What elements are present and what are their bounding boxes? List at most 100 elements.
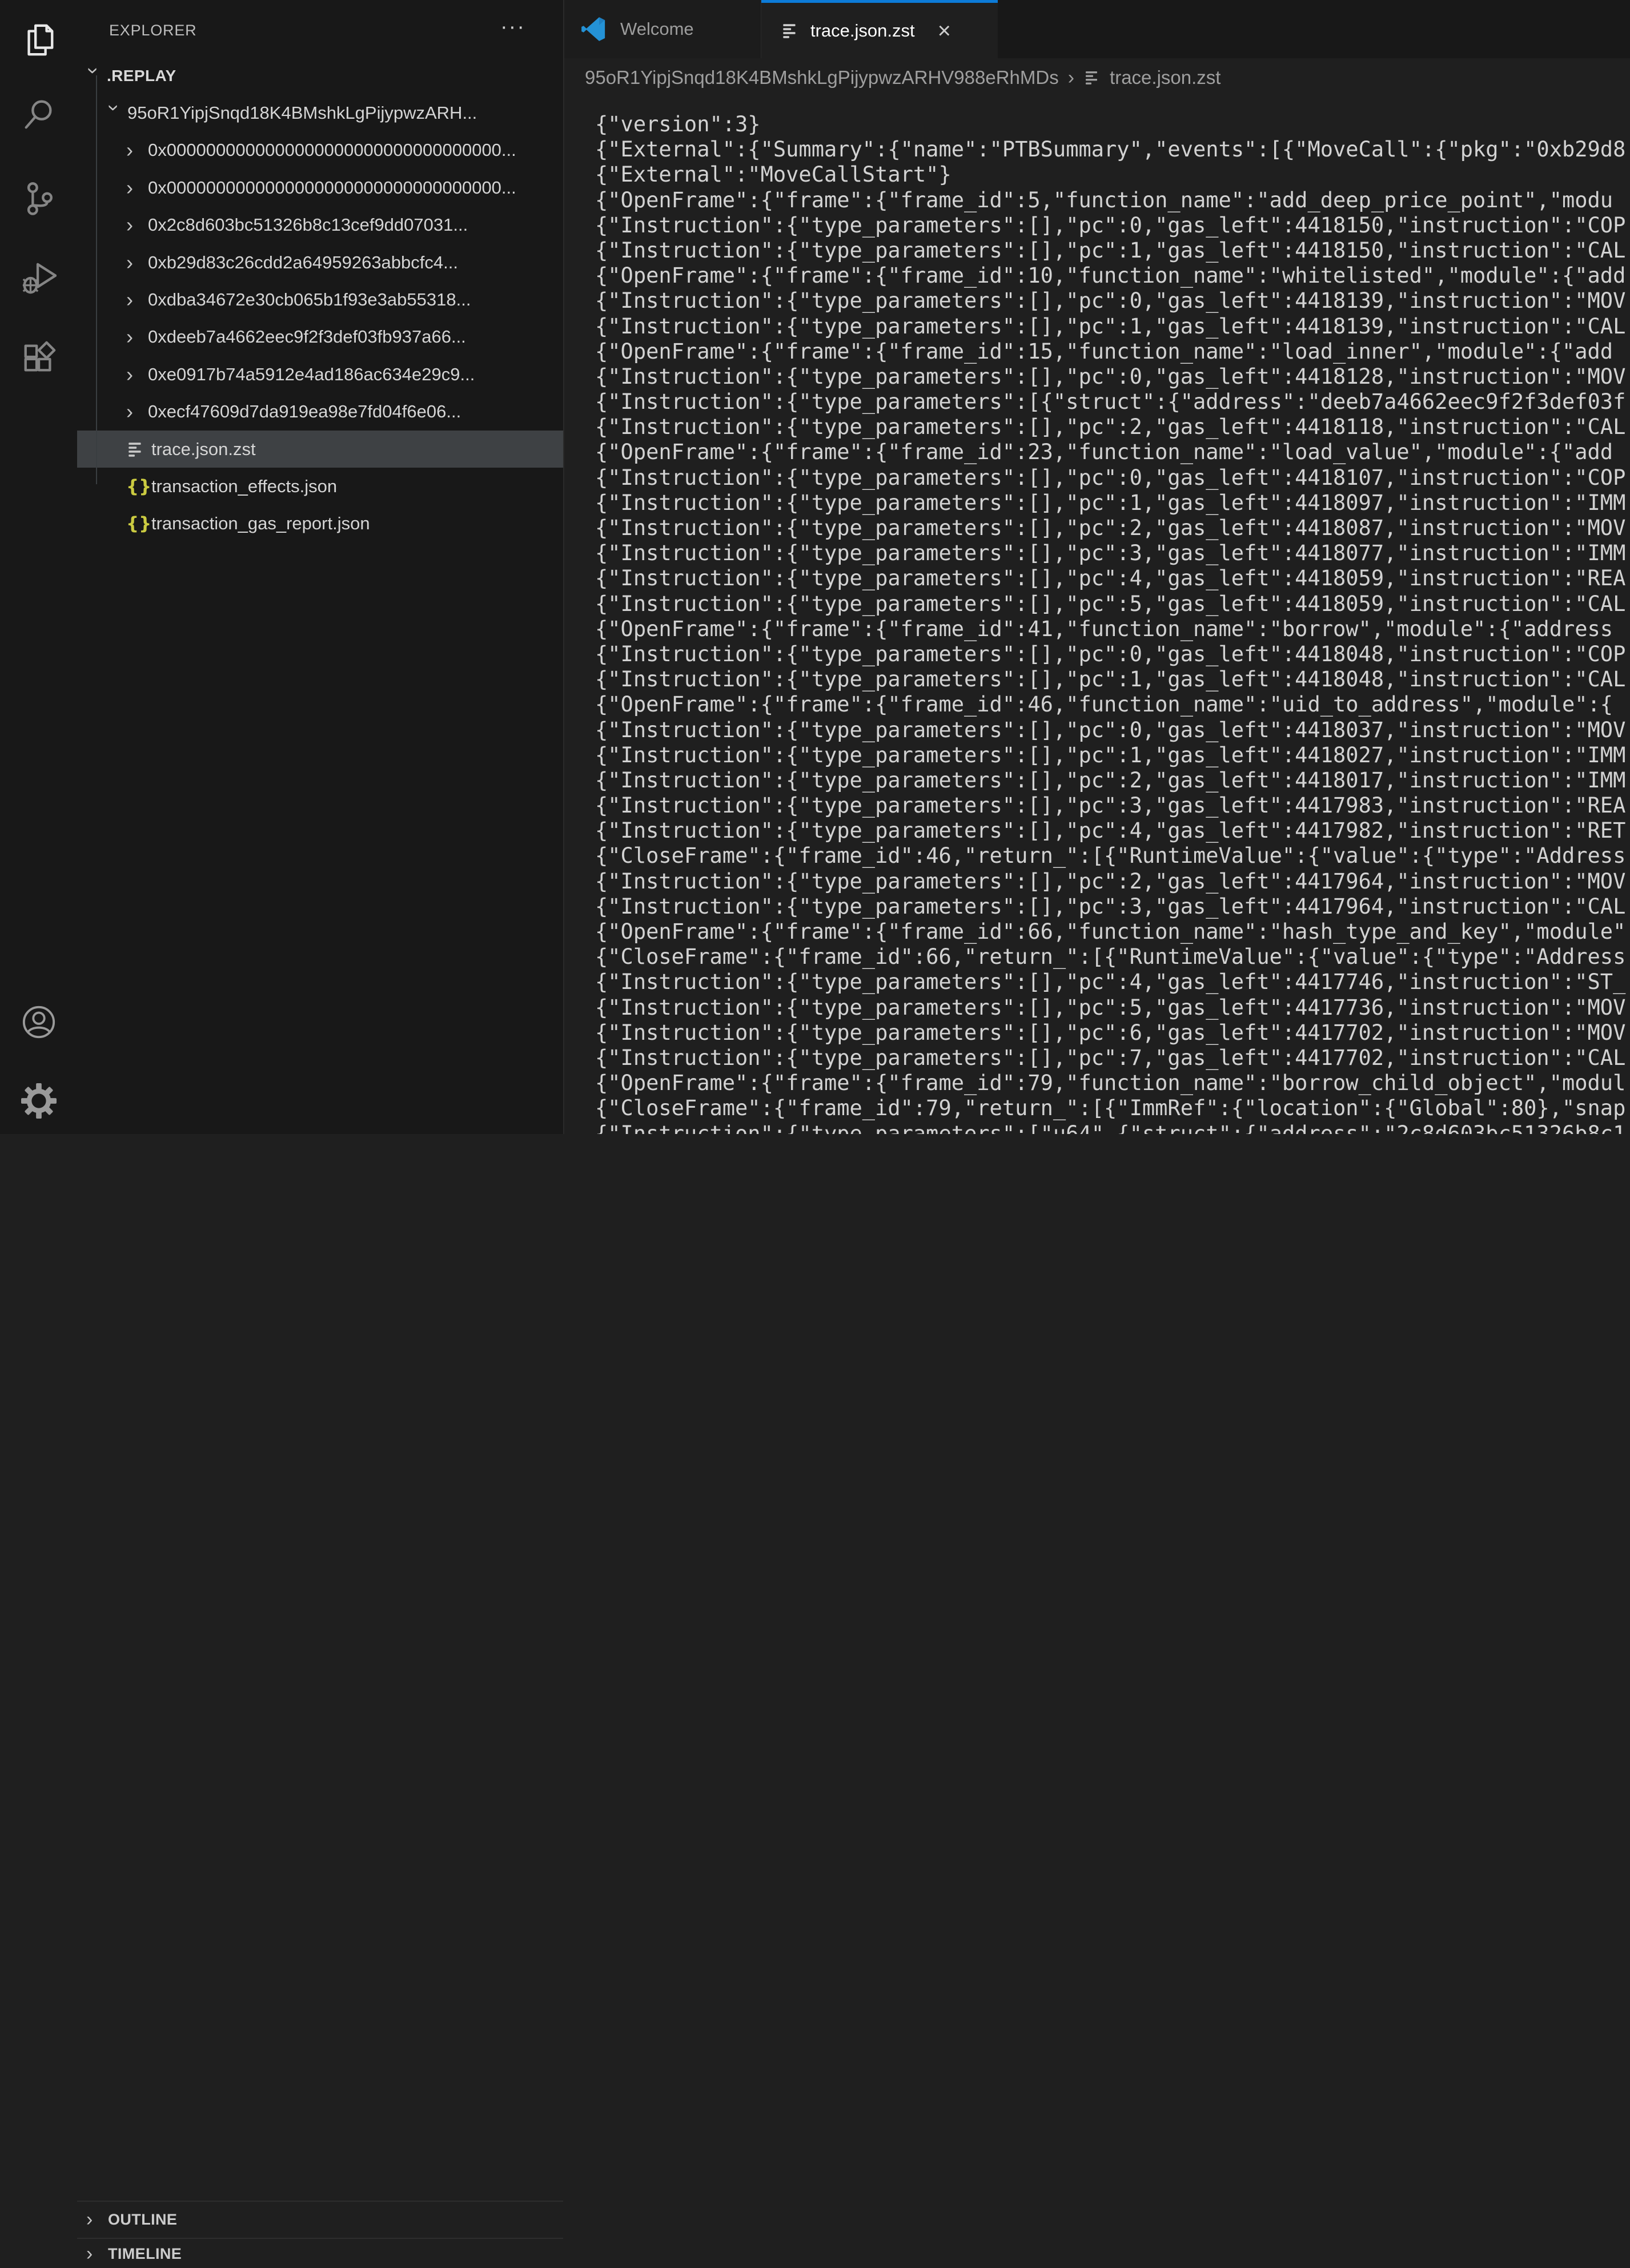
tab-welcome[interactable]: Welcome xyxy=(564,0,761,58)
tab-trace-json-zst[interactable]: trace.json.zst × xyxy=(761,0,998,58)
file-lines-icon xyxy=(126,440,151,459)
code-line: {"Instruction":{"type_parameters":[{"str… xyxy=(595,389,1630,415)
code-line: {"Instruction":{"type_parameters":[],"pc… xyxy=(595,238,1630,263)
chevron-right-icon: › xyxy=(126,363,148,387)
code-line: {"OpenFrame":{"frame":{"frame_id":79,"fu… xyxy=(595,1071,1630,1096)
code-line: {"OpenFrame":{"frame":{"frame_id":15,"fu… xyxy=(595,339,1630,364)
tree-item-label: 0xdba34672e30cb065b1f93e3ab55318... xyxy=(148,289,471,310)
run-and-debug-icon[interactable] xyxy=(0,244,77,312)
tree-item-folder[interactable]: ›0xecf47609d7da919ea98e7fd04f6e06... xyxy=(77,393,563,431)
code-line: {"OpenFrame":{"frame":{"frame_id":23,"fu… xyxy=(595,440,1630,465)
vscode-window: EXPLORER ··· ›.REPLAY›95oR1YipjSnqd18K4B… xyxy=(0,0,1630,1134)
tree-item-transaction-gas-report-json[interactable]: {}transaction_gas_report.json xyxy=(77,505,563,542)
tab-bar: Welcome trace.json.zst × xyxy=(564,0,1630,58)
chevron-down-icon: › xyxy=(102,104,126,126)
chevron-right-icon: › xyxy=(1068,67,1074,89)
chevron-down-icon: › xyxy=(82,67,106,89)
tree-item-transaction-effects-json[interactable]: {}transaction_effects.json xyxy=(77,468,563,505)
code-line: {"Instruction":{"type_parameters":[],"pc… xyxy=(595,642,1630,667)
file-lines-icon xyxy=(1083,69,1101,86)
section-replay[interactable]: ›.REPLAY xyxy=(77,57,563,94)
breadcrumb-file[interactable]: trace.json.zst xyxy=(1110,67,1221,89)
tree-item-label: 0x0000000000000000000000000000000000... xyxy=(148,178,516,198)
settings-gear-icon[interactable] xyxy=(0,1067,77,1135)
tree-item-label: 0x2c8d603bc51326b8c13cef9dd07031... xyxy=(148,215,468,235)
code-line: {"Instruction":{"type_parameters":[],"pc… xyxy=(595,288,1630,313)
json-file-icon: {} xyxy=(126,476,151,497)
code-line: {"OpenFrame":{"frame":{"frame_id":10,"fu… xyxy=(595,263,1630,288)
tree-item-label: 0x0000000000000000000000000000000000... xyxy=(148,140,516,160)
chevron-right-icon: › xyxy=(126,288,148,312)
vscode-logo-icon xyxy=(580,16,607,42)
tree-item-label: 95oR1YipjSnqd18K4BMshkLgPijypwzARH... xyxy=(127,103,477,123)
code-line: {"Instruction":{"type_parameters":[],"pc… xyxy=(595,490,1630,516)
code-line: {"Instruction":{"type_parameters":[],"pc… xyxy=(595,465,1630,490)
explorer-icon[interactable] xyxy=(0,6,77,74)
source-control-icon[interactable] xyxy=(0,164,77,232)
code-line: {"Instruction":{"type_parameters":[],"pc… xyxy=(595,516,1630,541)
code-line: {"CloseFrame":{"frame_id":66,"return_":[… xyxy=(595,944,1630,970)
tree-item-label: 0xdeeb7a4662eec9f2f3def03fb937a66... xyxy=(148,327,466,347)
tree-item-folder[interactable]: ›95oR1YipjSnqd18K4BMshkLgPijypwzARH... xyxy=(77,94,563,131)
editor-group: Welcome trace.json.zst × 95oR1YipjSnqd18… xyxy=(564,0,1630,1134)
chevron-right-icon: › xyxy=(126,251,148,275)
code-line: {"Instruction":{"type_parameters":[],"pc… xyxy=(595,970,1630,995)
tree-item-label: trace.json.zst xyxy=(151,439,256,460)
code-line: {"Instruction":{"type_parameters":[],"pc… xyxy=(595,213,1630,238)
editor-content[interactable]: {"version":3}{"External":{"Summary":{"na… xyxy=(564,97,1630,1134)
code-line: {"Instruction":{"type_parameters":[],"pc… xyxy=(595,541,1630,566)
explorer-header: EXPLORER ··· xyxy=(77,0,563,57)
more-actions-icon[interactable]: ··· xyxy=(500,15,525,39)
code-line: {"Instruction":{"type_parameters":[],"pc… xyxy=(595,314,1630,339)
code-line: {"Instruction":{"type_parameters":[],"pc… xyxy=(595,743,1630,768)
code-line: {"Instruction":{"type_parameters":[],"pc… xyxy=(595,995,1630,1020)
tree-item-trace-json-zst[interactable]: trace.json.zst xyxy=(77,431,563,468)
tree-item-folder[interactable]: ›0xdeeb7a4662eec9f2f3def03fb937a66... xyxy=(77,319,563,356)
chevron-right-icon: › xyxy=(86,2209,108,2231)
code-line: {"Instruction":{"type_parameters":[],"pc… xyxy=(595,592,1630,617)
code-line: {"Instruction":{"type_parameters":[],"pc… xyxy=(595,1020,1630,1045)
tree-item-folder[interactable]: ›0x0000000000000000000000000000000000... xyxy=(77,169,563,206)
code-line: {"Instruction":{"type_parameters":[],"pc… xyxy=(595,894,1630,919)
code-line: {"Instruction":{"type_parameters":[],"pc… xyxy=(595,667,1630,692)
chevron-right-icon: › xyxy=(126,213,148,237)
code-line: {"Instruction":{"type_parameters":["u64"… xyxy=(595,1121,1630,1135)
code-line: {"Instruction":{"type_parameters":[],"pc… xyxy=(595,415,1630,440)
tree-item-folder[interactable]: ›0xdba34672e30cb065b1f93e3ab55318... xyxy=(77,281,563,318)
tree-item-folder[interactable]: ›0xe0917b74a5912e4ad186ac634e29c9... xyxy=(77,356,563,393)
tree-item-label: transaction_effects.json xyxy=(151,476,337,497)
indent-guide xyxy=(96,75,97,484)
extensions-icon[interactable] xyxy=(0,323,77,391)
tree-item-label: transaction_gas_report.json xyxy=(151,513,370,534)
section-timeline[interactable]: › TIMELINE xyxy=(77,2238,563,2268)
tree-item-label: .REPLAY xyxy=(107,67,176,85)
breadcrumb-folder[interactable]: 95oR1YipjSnqd18K4BMshkLgPijypwzARHV988eR… xyxy=(585,67,1059,89)
json-file-icon: {} xyxy=(126,513,151,534)
code-line: {"Instruction":{"type_parameters":[],"pc… xyxy=(595,869,1630,894)
chevron-right-icon: › xyxy=(126,138,148,162)
tree-item-folder[interactable]: ›0xb29d83c26cdd2a64959263abbcfc4... xyxy=(77,244,563,281)
code-line: {"Instruction":{"type_parameters":[],"pc… xyxy=(595,818,1630,843)
code-line: {"Instruction":{"type_parameters":[],"pc… xyxy=(595,793,1630,818)
code-line: {"External":"MoveCallStart"} xyxy=(595,162,1630,187)
chevron-right-icon: › xyxy=(126,400,148,424)
code-line: {"Instruction":{"type_parameters":[],"pc… xyxy=(595,364,1630,389)
code-line: {"Instruction":{"type_parameters":[],"pc… xyxy=(595,718,1630,743)
explorer-title: EXPLORER xyxy=(109,22,196,39)
code-line: {"OpenFrame":{"frame":{"frame_id":5,"fun… xyxy=(595,188,1630,213)
chevron-right-icon: › xyxy=(86,2243,108,2265)
tree-item-label: 0xecf47609d7da919ea98e7fd04f6e06... xyxy=(148,401,461,422)
tree-item-folder[interactable]: ›0x0000000000000000000000000000000000... xyxy=(77,132,563,169)
code-line: {"Instruction":{"type_parameters":[],"pc… xyxy=(595,768,1630,793)
search-icon[interactable] xyxy=(0,80,77,148)
code-line: {"OpenFrame":{"frame":{"frame_id":46,"fu… xyxy=(595,692,1630,717)
code-line: {"External":{"Summary":{"name":"PTBSumma… xyxy=(595,137,1630,162)
section-outline[interactable]: › OUTLINE xyxy=(77,2201,563,2238)
file-lines-icon xyxy=(781,22,799,40)
tree-item-folder[interactable]: ›0x2c8d603bc51326b8c13cef9dd07031... xyxy=(77,207,563,244)
close-tab-icon[interactable]: × xyxy=(938,19,951,42)
chevron-right-icon: › xyxy=(126,325,148,349)
code-line: {"OpenFrame":{"frame":{"frame_id":41,"fu… xyxy=(595,617,1630,642)
breadcrumb: 95oR1YipjSnqd18K4BMshkLgPijypwzARHV988eR… xyxy=(564,58,1630,97)
account-icon[interactable] xyxy=(0,988,77,1056)
